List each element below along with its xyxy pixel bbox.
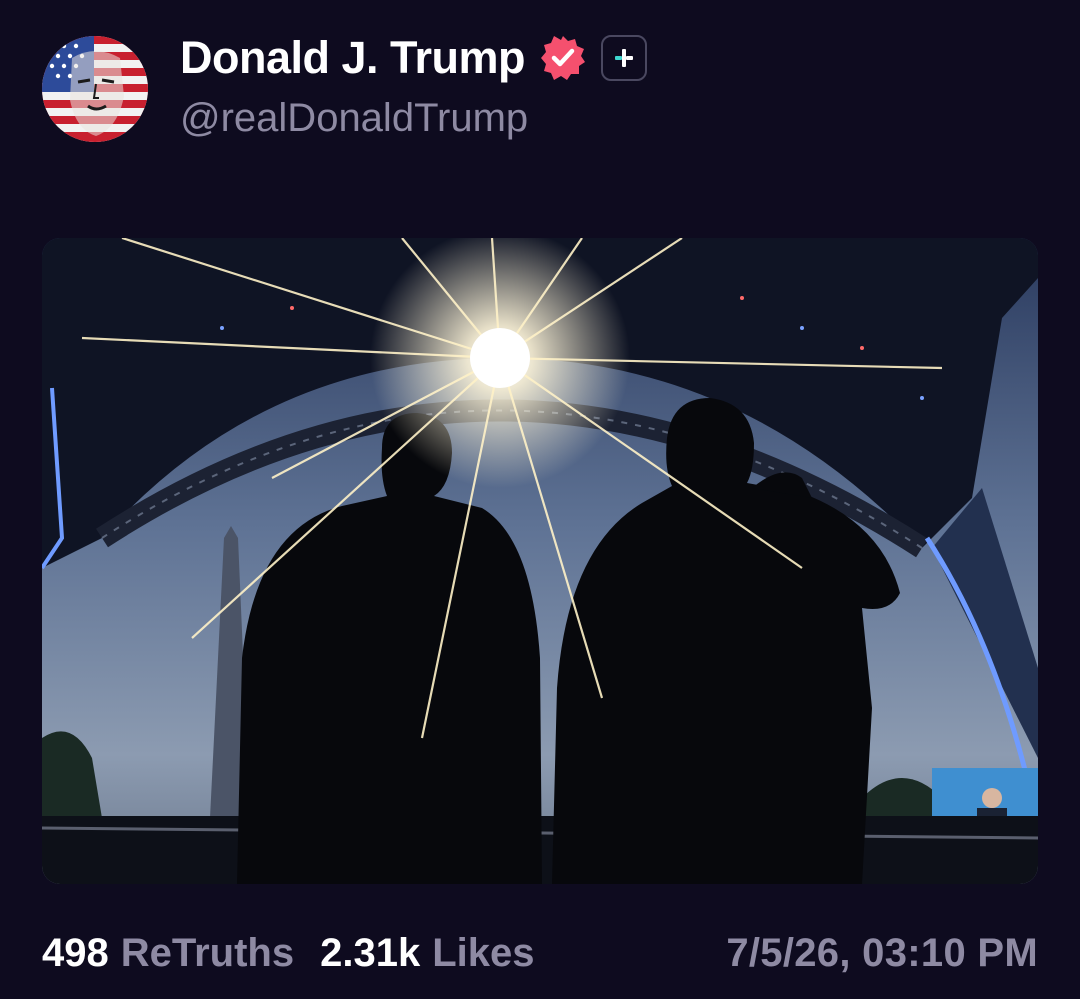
post-header: Donald J. Trump @realDonaldTrump [42, 28, 1042, 148]
truth-plus-icon[interactable] [601, 35, 648, 81]
author-display-name[interactable]: Donald J. Trump [180, 32, 526, 84]
likes-count[interactable]: 2.31k [320, 931, 420, 976]
photo-image-icon [42, 238, 1038, 884]
avatar-image [42, 36, 148, 142]
retruths-count[interactable]: 498 [42, 931, 109, 976]
author-handle[interactable]: @realDonaldTrump [180, 96, 528, 141]
post-stats-bar: 498 ReTruths 2.31k Likes 7/5/26, 03:10 P… [42, 925, 1038, 981]
author-name-row: Donald J. Trump [180, 28, 648, 88]
retruths-label[interactable]: ReTruths [121, 931, 294, 976]
post-image[interactable] [42, 238, 1038, 884]
avatar[interactable] [42, 36, 148, 142]
post-timestamp: 7/5/26, 03:10 PM [726, 930, 1038, 975]
likes-label[interactable]: Likes [432, 931, 534, 976]
verified-badge-icon [539, 34, 587, 82]
